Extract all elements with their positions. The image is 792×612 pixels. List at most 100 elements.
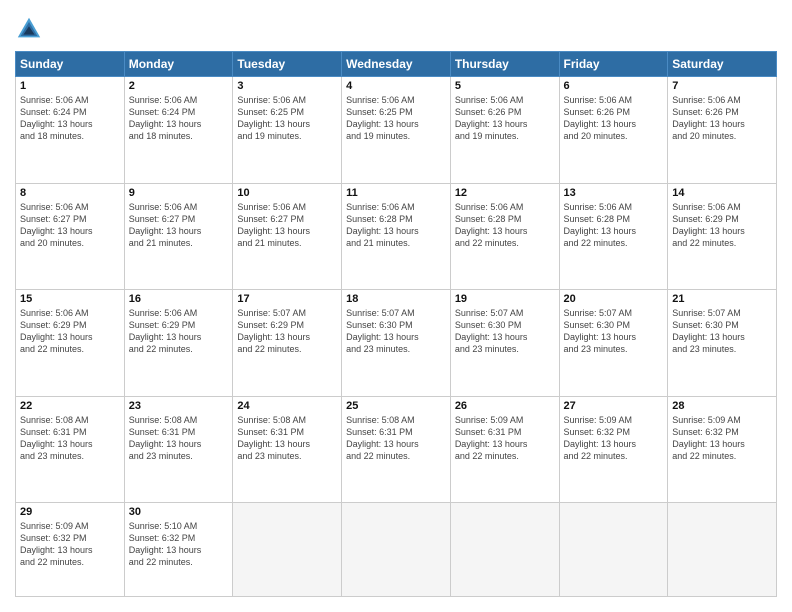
day-number: 19: [455, 293, 555, 305]
day-info: Sunrise: 5:08 AM Sunset: 6:31 PM Dayligh…: [346, 414, 446, 463]
day-info: Sunrise: 5:06 AM Sunset: 6:26 PM Dayligh…: [672, 94, 772, 143]
day-number: 5: [455, 80, 555, 92]
day-info: Sunrise: 5:08 AM Sunset: 6:31 PM Dayligh…: [129, 414, 229, 463]
calendar-day: 7 Sunrise: 5:06 AM Sunset: 6:26 PM Daylig…: [668, 77, 777, 184]
day-number: 24: [237, 400, 337, 412]
calendar-day: 18Sunrise: 5:07 AM Sunset: 6:30 PM Dayli…: [342, 290, 451, 397]
calendar-day: 8 Sunrise: 5:06 AM Sunset: 6:27 PM Daylig…: [16, 183, 125, 290]
calendar-day: 4Sunrise: 5:06 AM Sunset: 6:25 PM Daylig…: [342, 77, 451, 184]
dow-header: Monday: [124, 52, 233, 77]
calendar-day: 10 Sunrise: 5:06 AM Sunset: 6:27 PM Dayli…: [233, 183, 342, 290]
dow-header: Friday: [559, 52, 668, 77]
day-number: 1: [20, 80, 120, 92]
day-number: 23: [129, 400, 229, 412]
calendar-week: 22 Sunrise: 5:08 AM Sunset: 6:31 PM Dayli…: [16, 396, 777, 503]
day-number: 12: [455, 187, 555, 199]
day-number: 10: [237, 187, 337, 199]
calendar-day: 2 Sunrise: 5:06 AM Sunset: 6:24 PM Daylig…: [124, 77, 233, 184]
day-number: 8: [20, 187, 120, 199]
day-info: Sunrise: 5:09 AM Sunset: 6:31 PM Dayligh…: [455, 414, 555, 463]
calendar-day: 5 Sunrise: 5:06 AM Sunset: 6:26 PM Daylig…: [450, 77, 559, 184]
calendar-day: 3 Sunrise: 5:06 AM Sunset: 6:25 PM Daylig…: [233, 77, 342, 184]
day-info: Sunrise: 5:07 AM Sunset: 6:29 PM Dayligh…: [237, 307, 337, 356]
calendar-day: 26Sunrise: 5:09 AM Sunset: 6:31 PM Dayli…: [450, 396, 559, 503]
days-of-week-row: SundayMondayTuesdayWednesdayThursdayFrid…: [16, 52, 777, 77]
calendar: SundayMondayTuesdayWednesdayThursdayFrid…: [15, 51, 777, 597]
calendar-week: 8 Sunrise: 5:06 AM Sunset: 6:27 PM Daylig…: [16, 183, 777, 290]
day-number: 6: [564, 80, 664, 92]
day-number: 20: [564, 293, 664, 305]
dow-header: Tuesday: [233, 52, 342, 77]
day-info: Sunrise: 5:07 AM Sunset: 6:30 PM Dayligh…: [346, 307, 446, 356]
calendar-day: 12 Sunrise: 5:06 AM Sunset: 6:28 PM Dayli…: [450, 183, 559, 290]
calendar-day: [342, 503, 451, 597]
day-info: Sunrise: 5:06 AM Sunset: 6:27 PM Dayligh…: [237, 201, 337, 250]
logo-icon: [15, 15, 43, 43]
dow-header: Thursday: [450, 52, 559, 77]
calendar-week: 29 Sunrise: 5:09 AM Sunset: 6:32 PM Dayli…: [16, 503, 777, 597]
calendar-day: 16 Sunrise: 5:06 AM Sunset: 6:29 PM Dayli…: [124, 290, 233, 397]
day-info: Sunrise: 5:06 AM Sunset: 6:28 PM Dayligh…: [455, 201, 555, 250]
day-info: Sunrise: 5:06 AM Sunset: 6:28 PM Dayligh…: [346, 201, 446, 250]
calendar-day: 28 Sunrise: 5:09 AM Sunset: 6:32 PM Dayli…: [668, 396, 777, 503]
day-info: Sunrise: 5:06 AM Sunset: 6:29 PM Dayligh…: [20, 307, 120, 356]
day-number: 16: [129, 293, 229, 305]
day-info: Sunrise: 5:09 AM Sunset: 6:32 PM Dayligh…: [20, 520, 120, 569]
calendar-day: [450, 503, 559, 597]
day-info: Sunrise: 5:06 AM Sunset: 6:25 PM Dayligh…: [237, 94, 337, 143]
header: [15, 15, 777, 43]
calendar-day: [668, 503, 777, 597]
calendar-day: [559, 503, 668, 597]
calendar-day: 21 Sunrise: 5:07 AM Sunset: 6:30 PM Dayli…: [668, 290, 777, 397]
day-number: 17: [237, 293, 337, 305]
calendar-day: 1 Sunrise: 5:06 AM Sunset: 6:24 PM Daylig…: [16, 77, 125, 184]
calendar-day: 15Sunrise: 5:06 AM Sunset: 6:29 PM Dayli…: [16, 290, 125, 397]
calendar-day: 17 Sunrise: 5:07 AM Sunset: 6:29 PM Dayli…: [233, 290, 342, 397]
calendar-day: 20 Sunrise: 5:07 AM Sunset: 6:30 PM Dayli…: [559, 290, 668, 397]
day-number: 14: [672, 187, 772, 199]
day-number: 22: [20, 400, 120, 412]
day-info: Sunrise: 5:09 AM Sunset: 6:32 PM Dayligh…: [672, 414, 772, 463]
day-info: Sunrise: 5:10 AM Sunset: 6:32 PM Dayligh…: [129, 520, 229, 569]
day-number: 3: [237, 80, 337, 92]
day-info: Sunrise: 5:06 AM Sunset: 6:26 PM Dayligh…: [564, 94, 664, 143]
day-number: 25: [346, 400, 446, 412]
calendar-day: 6 Sunrise: 5:06 AM Sunset: 6:26 PM Daylig…: [559, 77, 668, 184]
day-info: Sunrise: 5:06 AM Sunset: 6:25 PM Dayligh…: [346, 94, 446, 143]
calendar-day: 30 Sunrise: 5:10 AM Sunset: 6:32 PM Dayli…: [124, 503, 233, 597]
calendar-day: 23 Sunrise: 5:08 AM Sunset: 6:31 PM Dayli…: [124, 396, 233, 503]
day-info: Sunrise: 5:06 AM Sunset: 6:28 PM Dayligh…: [564, 201, 664, 250]
dow-header: Saturday: [668, 52, 777, 77]
day-number: 21: [672, 293, 772, 305]
page: SundayMondayTuesdayWednesdayThursdayFrid…: [0, 0, 792, 612]
calendar-week: 1 Sunrise: 5:06 AM Sunset: 6:24 PM Daylig…: [16, 77, 777, 184]
day-number: 2: [129, 80, 229, 92]
day-number: 7: [672, 80, 772, 92]
logo: [15, 15, 46, 43]
calendar-day: 9 Sunrise: 5:06 AM Sunset: 6:27 PM Daylig…: [124, 183, 233, 290]
calendar-body: 1 Sunrise: 5:06 AM Sunset: 6:24 PM Daylig…: [16, 77, 777, 597]
day-info: Sunrise: 5:06 AM Sunset: 6:24 PM Dayligh…: [129, 94, 229, 143]
day-info: Sunrise: 5:07 AM Sunset: 6:30 PM Dayligh…: [564, 307, 664, 356]
day-info: Sunrise: 5:06 AM Sunset: 6:29 PM Dayligh…: [129, 307, 229, 356]
calendar-day: 13 Sunrise: 5:06 AM Sunset: 6:28 PM Dayli…: [559, 183, 668, 290]
day-number: 11: [346, 187, 446, 199]
day-info: Sunrise: 5:06 AM Sunset: 6:27 PM Dayligh…: [20, 201, 120, 250]
day-number: 27: [564, 400, 664, 412]
calendar-day: 22Sunrise: 5:08 AM Sunset: 6:31 PM Dayli…: [16, 396, 125, 503]
day-number: 28: [672, 400, 772, 412]
day-number: 9: [129, 187, 229, 199]
calendar-day: 29 Sunrise: 5:09 AM Sunset: 6:32 PM Dayli…: [16, 503, 125, 597]
day-number: 29: [20, 506, 120, 518]
day-info: Sunrise: 5:08 AM Sunset: 6:31 PM Dayligh…: [237, 414, 337, 463]
day-info: Sunrise: 5:06 AM Sunset: 6:27 PM Dayligh…: [129, 201, 229, 250]
calendar-day: 24 Sunrise: 5:08 AM Sunset: 6:31 PM Dayli…: [233, 396, 342, 503]
day-info: Sunrise: 5:09 AM Sunset: 6:32 PM Dayligh…: [564, 414, 664, 463]
day-info: Sunrise: 5:07 AM Sunset: 6:30 PM Dayligh…: [672, 307, 772, 356]
day-number: 13: [564, 187, 664, 199]
day-info: Sunrise: 5:06 AM Sunset: 6:26 PM Dayligh…: [455, 94, 555, 143]
day-info: Sunrise: 5:06 AM Sunset: 6:24 PM Dayligh…: [20, 94, 120, 143]
day-number: 30: [129, 506, 229, 518]
calendar-week: 15Sunrise: 5:06 AM Sunset: 6:29 PM Dayli…: [16, 290, 777, 397]
calendar-day: [233, 503, 342, 597]
